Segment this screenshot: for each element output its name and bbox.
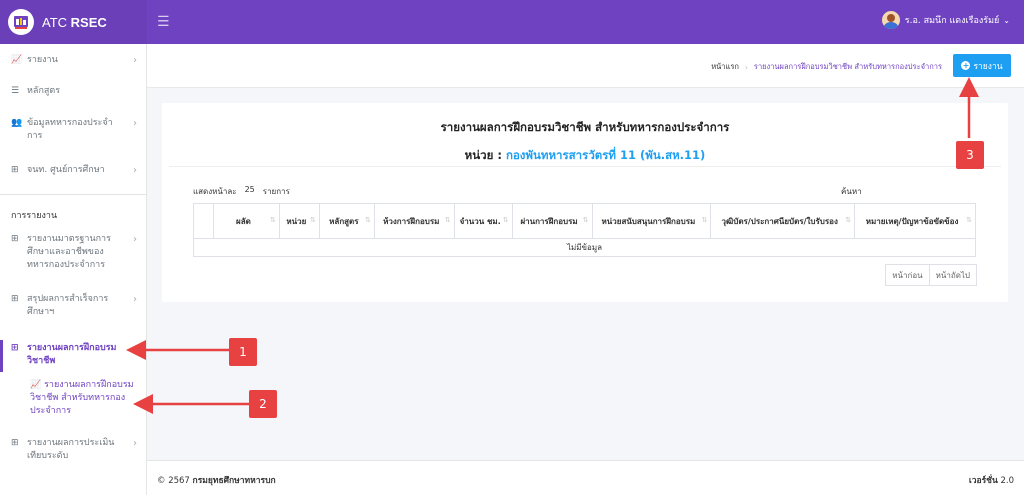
sort-icon: ⇅	[309, 216, 316, 224]
column-header[interactable]: ห้วงการฝึกอบรม ⇅	[373, 203, 455, 239]
breadcrumb: หน้าแรก › รายงานผลการฝึกอบรมวิชาชีพ สำหร…	[711, 61, 942, 73]
grid-icon: ⊞	[11, 234, 19, 244]
chevron-right-icon: ›	[133, 118, 137, 129]
bar-chart-icon: 📈	[30, 380, 42, 390]
list-icon: ☰	[11, 86, 20, 96]
sidebar-divider	[0, 194, 147, 195]
column-header[interactable]: หน่วย ⇅	[278, 203, 320, 239]
sidebar-item-label: รายงานผลการฝึกอบรมวิชาชีพ	[27, 343, 117, 366]
chevron-right-icon: ›	[133, 165, 137, 176]
report-table: ผลัด ⇅ หน่วย ⇅ หลักสูตร ⇅ ห้วงการฝึกอบรม ⇅ จ…	[193, 203, 976, 257]
sidebar-item-report[interactable]: 📈 รายงาน ›	[0, 54, 147, 67]
grid-icon: ⊞	[11, 438, 19, 448]
sort-icon: ⇅	[966, 216, 972, 224]
user-menu[interactable]: ร.อ. สมนึก แดงเรืองรัมย์ ⌄	[881, 11, 1010, 29]
breadcrumb-separator-icon: ›	[744, 62, 748, 72]
footer-version: เวอร์ชั่น 2.0	[968, 476, 1014, 486]
page-size-control: แสดงหน้าละ 25 รายการ	[193, 185, 290, 198]
divider	[169, 166, 1001, 167]
annotation-callout-2: 2	[249, 390, 277, 418]
column-header[interactable]: หมายเหตุ/ปัญหาข้อขัดข้อง ⇅	[854, 203, 976, 239]
sidebar-item-standards-report[interactable]: ⊞ รายงานมาตรฐานการศึกษาและอาชีพของทหารกอ…	[0, 233, 147, 272]
sidebar-item-label: สรุปผลการสำเร็จการศึกษาฯ	[27, 294, 109, 317]
report-card: รายงานผลการฝึกอบรมวิชาชีพ สำหรับทหารกองป…	[162, 103, 1008, 302]
sort-icon: ⇅	[270, 216, 276, 224]
next-page-button[interactable]: หน้าถัดไป	[929, 264, 977, 286]
sort-icon: ⇅	[364, 216, 371, 224]
sidebar-item-graduation-summary[interactable]: ⊞ สรุปผลการสำเร็จการศึกษาฯ ›	[0, 293, 147, 319]
footer-copyright: © 2567 กรมยุทธศึกษาทหารบก	[157, 476, 276, 486]
annotation-callout-3: 3	[956, 141, 984, 169]
page-title: รายงานผลการฝึกอบรมวิชาชีพ สำหรับทหารกองป…	[440, 120, 730, 134]
column-header[interactable]: หน่วยสนับสนุนการฝึกอบรม ⇅	[591, 203, 712, 239]
brand-name: ATC RSEC	[42, 14, 107, 30]
content-header: หน้าแรก › รายงานผลการฝึกอบรมวิชาชีพ สำหร…	[147, 44, 1024, 88]
sidebar-item-label: รายงานผลการประเมินเทียบระดับ	[27, 438, 115, 461]
sidebar-item-vocational-training[interactable]: ⊞ รายงานผลการฝึกอบรมวิชาชีพ	[0, 340, 147, 372]
footer-org: กรมยุทธศึกษาทหารบก	[192, 476, 276, 486]
sort-icon: ⇅	[701, 216, 708, 224]
breadcrumb-current: รายงานผลการฝึกอบรมวิชาชีพ สำหรับทหารกองป…	[753, 62, 942, 71]
column-header[interactable]	[193, 203, 214, 239]
column-header[interactable]: จำนวน ชม. ⇅	[453, 203, 513, 239]
plus-circle-icon: +	[961, 61, 971, 70]
brand-logo-icon	[8, 9, 34, 35]
sidebar-subitem-label: รายงานผลการฝึกอบรมวิชาชีพ สำหรับทหารกองป…	[30, 380, 134, 416]
unit-name: กองพันทหารสารวัตรที่ 11 (พัน.สห.11)	[505, 148, 706, 162]
report-button[interactable]: + รายงาน	[953, 54, 1011, 77]
column-header[interactable]: หลักสูตร ⇅	[318, 203, 375, 239]
sort-icon: ⇅	[444, 216, 451, 224]
sidebar-item-soldiers[interactable]: 👥 ข้อมูลทหารกองประจำการ ›	[0, 117, 147, 143]
column-header[interactable]: วุฒิบัตร/ประกาศนียบัตร/ใบรับรอง ⇅	[710, 203, 856, 239]
sidebar-subitem-vocational-report[interactable]: 📈 รายงานผลการฝึกอบรมวิชาชีพ สำหรับทหารกอ…	[30, 379, 142, 418]
brand[interactable]: ATC RSEC	[0, 0, 147, 44]
avatar	[881, 11, 900, 29]
column-header[interactable]: ผลัด ⇅	[212, 203, 280, 239]
sort-icon: ⇅	[582, 216, 589, 224]
annotation-callout-1: 1	[229, 338, 257, 366]
sidebar-item-label: รายงาน	[27, 55, 58, 65]
table-row: ไม่มีข้อมูล	[193, 238, 976, 257]
menu-toggle-icon[interactable]: ☰	[157, 14, 170, 30]
grid-icon: ⊞	[11, 165, 19, 175]
grid-icon: ⊞	[11, 343, 19, 353]
sort-icon: ⇅	[502, 216, 509, 224]
chevron-right-icon: ›	[133, 294, 137, 305]
unit-heading: หน่วย : กองพันทหารสารวัตรที่ 11 (พัน.สห.…	[162, 147, 1008, 165]
sidebar-item-equivalency-assessment[interactable]: ⊞ รายงานผลการประเมินเทียบระดับ ›	[0, 437, 147, 463]
page-size-suffix: รายการ	[262, 187, 290, 196]
empty-message: ไม่มีข้อมูล	[193, 238, 976, 257]
table-header-row: ผลัด ⇅ หน่วย ⇅ หลักสูตร ⇅ ห้วงการฝึกอบรม ⇅ จ…	[193, 203, 976, 239]
sidebar-item-courses[interactable]: ☰ หลักสูตร	[0, 85, 147, 98]
users-icon: 👥	[11, 118, 23, 128]
top-navbar: ATC RSEC ☰ ร.อ. สมนึก แดงเรืองรัมย์ ⌄	[0, 0, 1024, 44]
pagination: หน้าก่อน หน้าถัดไป	[885, 264, 977, 286]
sidebar: 📈 รายงาน › ☰ หลักสูตร 👥 ข้อมูลทหารกองประ…	[0, 44, 147, 495]
bar-chart-icon: 📈	[11, 55, 23, 65]
footer: © 2567 กรมยุทธศึกษาทหารบก เวอร์ชั่น 2.0	[147, 460, 1024, 495]
sidebar-item-staff[interactable]: ⊞ จนท. ศูนย์การศึกษา ›	[0, 164, 147, 177]
chevron-right-icon: ›	[133, 234, 137, 245]
column-header[interactable]: ผ่านการฝึกอบรม ⇅	[511, 203, 593, 239]
sidebar-item-label: จนท. ศูนย์การศึกษา	[27, 165, 105, 175]
sidebar-item-label: รายงานมาตรฐานการศึกษาและอาชีพของทหารกองป…	[27, 234, 111, 270]
page-size-label: แสดงหน้าละ	[193, 187, 237, 196]
chevron-right-icon: ›	[133, 55, 137, 66]
prev-page-button[interactable]: หน้าก่อน	[885, 264, 930, 286]
unit-label: หน่วย :	[464, 148, 502, 162]
report-button-label: รายงาน	[973, 61, 1003, 72]
sidebar-item-label: หลักสูตร	[27, 86, 61, 96]
grid-icon: ⊞	[11, 294, 19, 304]
user-name: ร.อ. สมนึก แดงเรืองรัมย์	[904, 16, 1000, 26]
page-size-select[interactable]: 25	[245, 185, 255, 198]
sidebar-section-header: การรายงาน	[11, 211, 58, 221]
sidebar-item-label: ข้อมูลทหารกองประจำการ	[27, 118, 113, 141]
search-label: ค้นหา	[841, 187, 862, 196]
breadcrumb-home[interactable]: หน้าแรก	[711, 61, 739, 73]
chevron-down-icon: ⌄	[1003, 15, 1010, 25]
chevron-right-icon: ›	[133, 438, 137, 449]
sort-icon: ⇅	[845, 216, 852, 224]
